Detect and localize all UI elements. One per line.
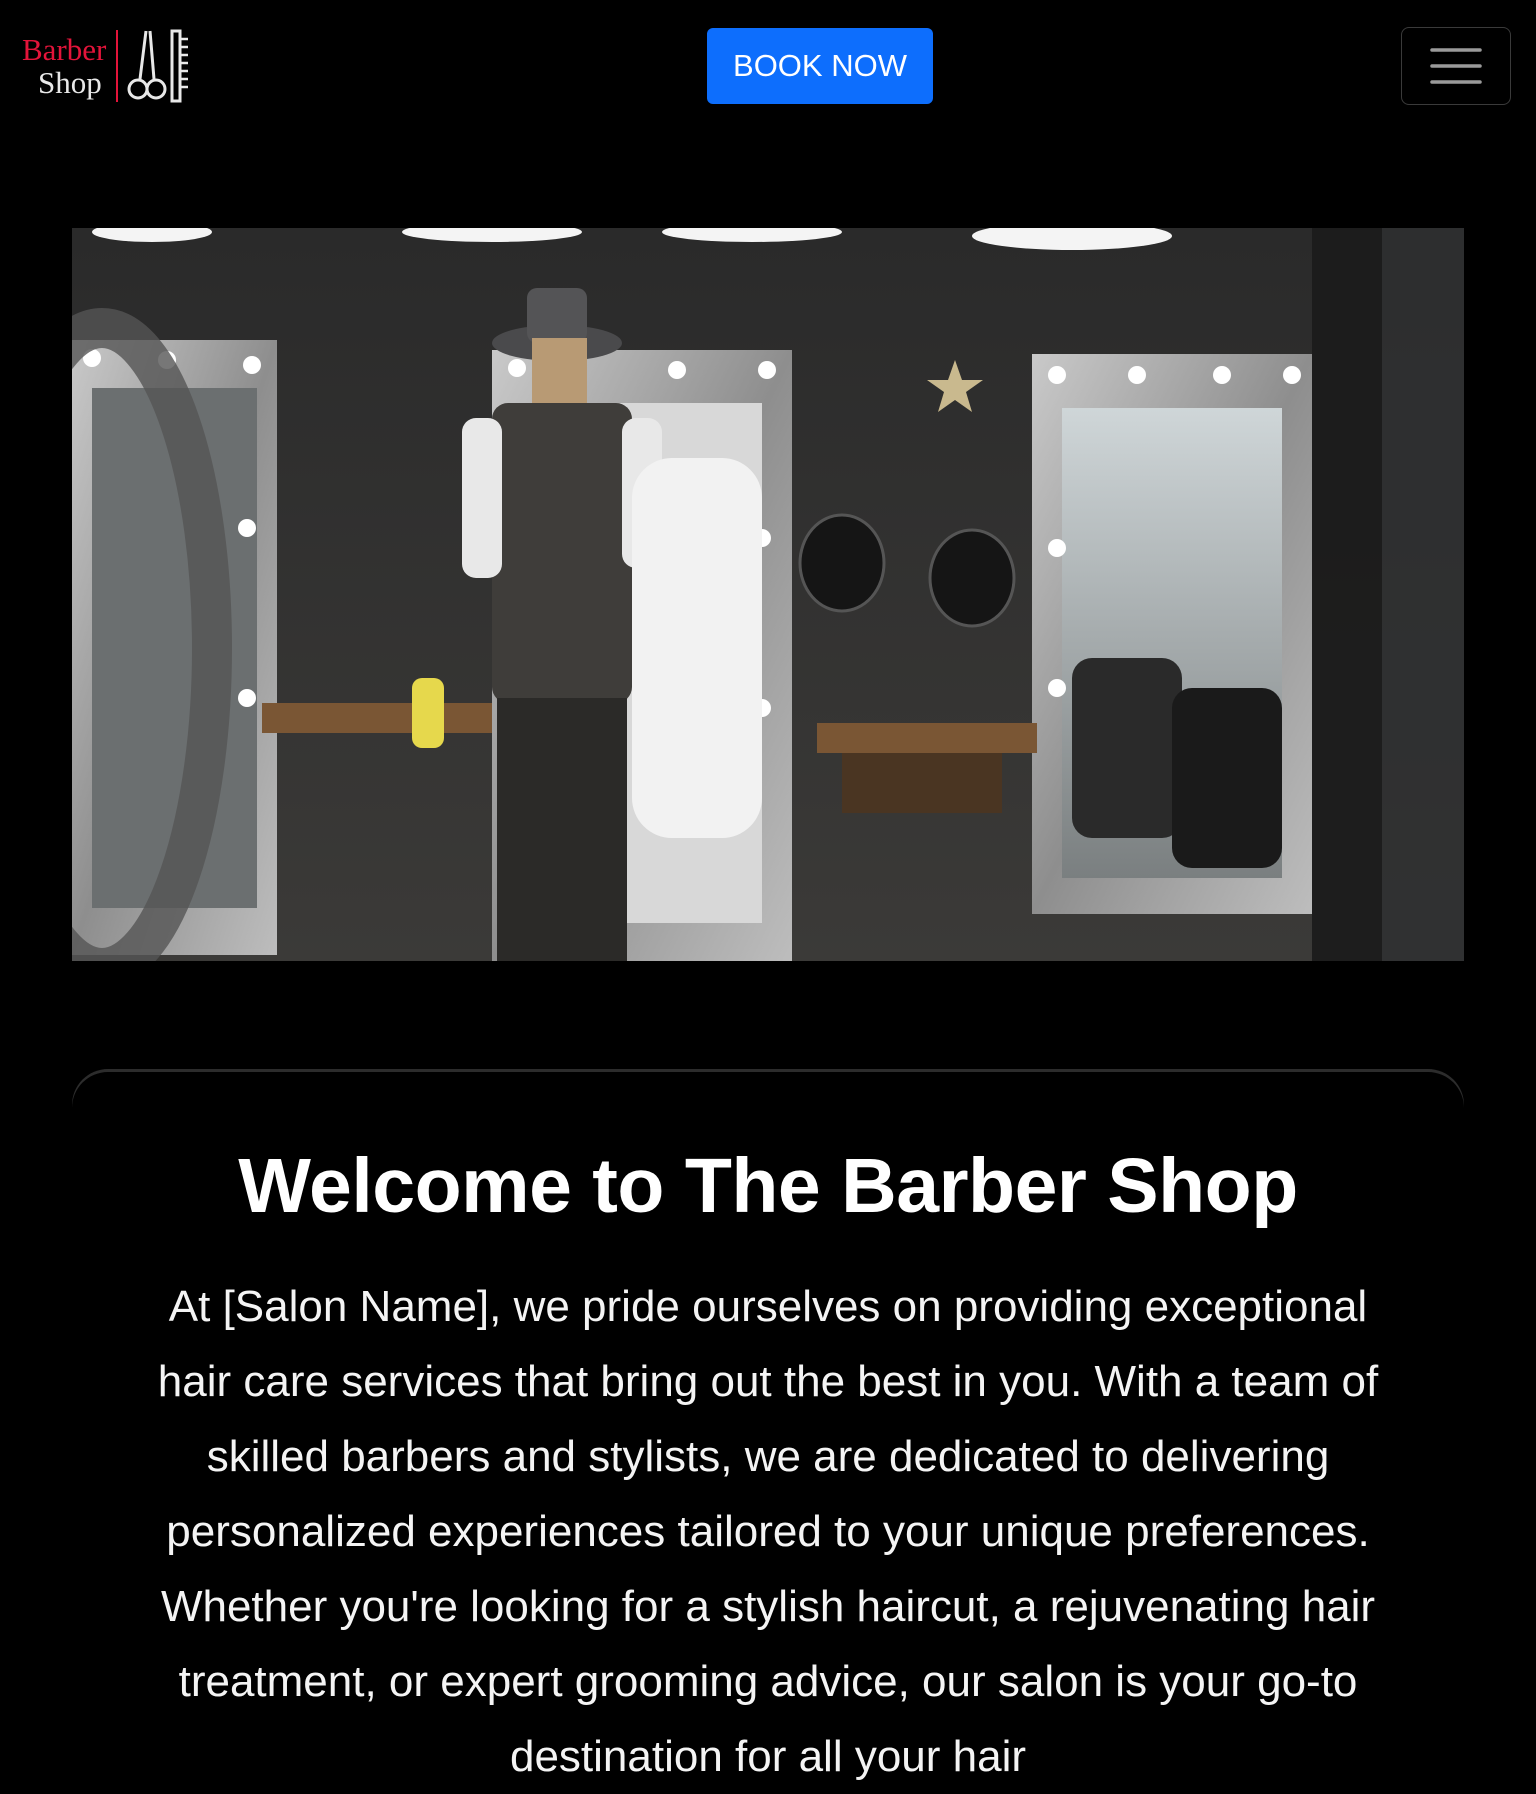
brand-line1: Barber [22, 32, 107, 67]
brand-wordmark: Barber Shop [22, 33, 106, 99]
brand-logo[interactable]: Barber Shop [22, 26, 194, 106]
navbar: Barber Shop BOOK NOW [0, 0, 1536, 135]
menu-toggle-button[interactable] [1401, 27, 1511, 105]
welcome-title: Welcome to The Barber Shop [238, 1143, 1298, 1229]
book-now-button[interactable]: BOOK NOW [707, 28, 933, 104]
brand-divider [116, 30, 119, 102]
hero-image [72, 228, 1464, 961]
hamburger-menu-icon [1430, 48, 1482, 84]
barbershop-photo [72, 228, 1464, 961]
welcome-section: Welcome to The Barber Shop At [Salon Nam… [72, 1069, 1464, 1789]
welcome-body: At [Salon Name], we pride ourselves on p… [157, 1282, 1379, 1781]
scissors-comb-icon [127, 29, 189, 103]
brand-line2: Shop [38, 65, 102, 100]
